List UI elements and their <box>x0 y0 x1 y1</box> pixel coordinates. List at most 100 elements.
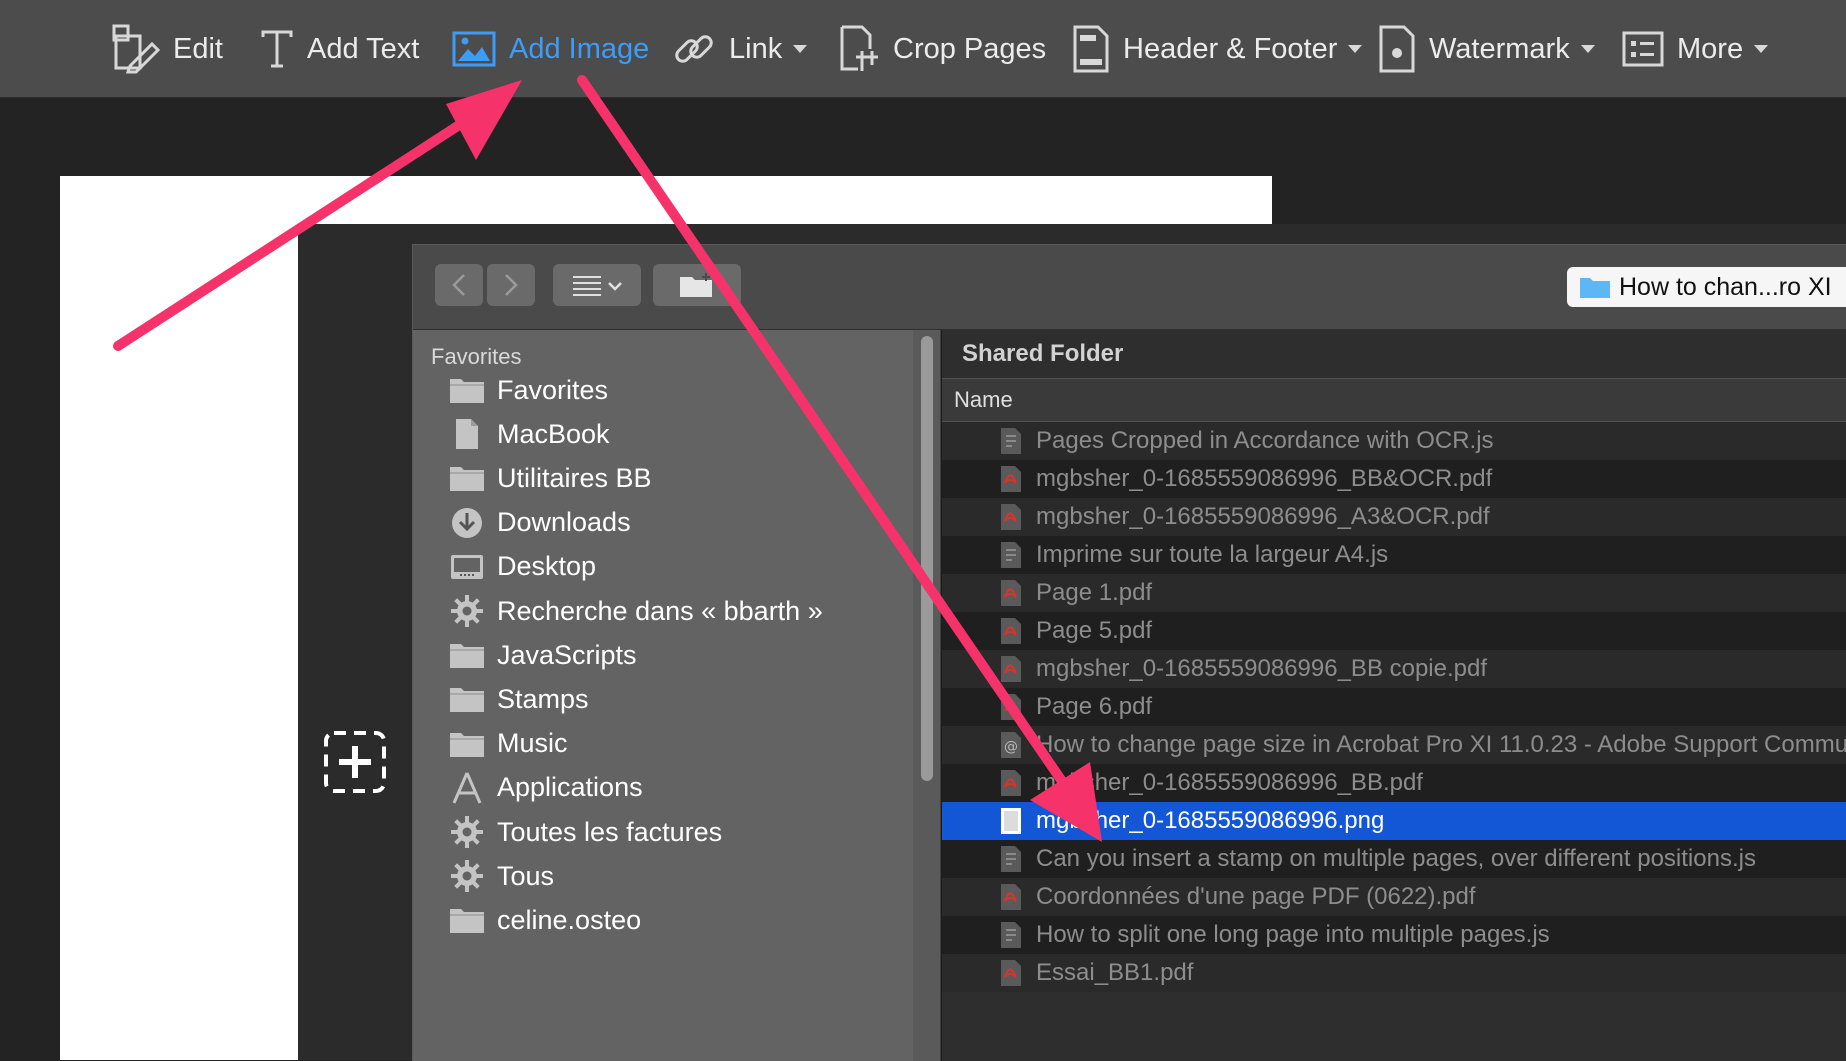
desktop-icon <box>449 549 485 585</box>
back-button[interactable] <box>435 264 483 306</box>
file-row[interactable]: Can you insert a stamp on multiple pages… <box>942 840 1846 878</box>
document-icon <box>449 416 485 452</box>
pdf-file-icon <box>1000 579 1022 607</box>
more-label: More <box>1677 32 1744 65</box>
dialog-sidebar: Favorites Favorites MacBook Utilitaires BB… <box>413 330 940 1061</box>
open-file-dialog: How to chan...ro XI Favorites Favorites M… <box>412 244 1846 1061</box>
sidebar-item-macbook[interactable]: MacBook <box>449 412 610 456</box>
sidebar-item-utilitaires-bb[interactable]: Utilitaires BB <box>449 456 652 500</box>
applications-icon <box>449 770 485 806</box>
header-footer-icon <box>1073 25 1109 73</box>
file-row[interactable]: Pages Cropped in Accordance with OCR.js <box>942 422 1846 460</box>
folder-icon <box>449 372 485 408</box>
file-row[interactable]: Essai_BB1.pdf <box>942 954 1846 992</box>
sidebar-item-label: Toutes les factures <box>497 816 723 847</box>
watermark-label: Watermark <box>1429 32 1570 65</box>
link-button[interactable]: Link <box>672 22 808 76</box>
scrollbar-thumb[interactable] <box>921 336 933 781</box>
sidebar-item-celine-osteo[interactable]: celine.osteo <box>449 898 641 942</box>
pdf-file-icon <box>1000 769 1022 797</box>
file-row[interactable]: Page 1.pdf <box>942 574 1846 612</box>
text-icon <box>261 30 293 68</box>
location-label: How to chan...ro XI <box>1619 272 1832 301</box>
sidebar-item-label: MacBook <box>497 418 610 449</box>
sidebar-item-recherche-dans-bbarth[interactable]: Recherche dans « bbarth » <box>449 589 823 633</box>
sidebar-item-label: Utilitaires BB <box>497 462 652 493</box>
chevron-down-icon <box>1754 45 1769 53</box>
watermark-icon <box>1379 25 1415 73</box>
chevron-right-icon <box>505 274 518 296</box>
plus-icon <box>324 731 386 793</box>
webloc-file-icon: @ <box>1000 731 1022 759</box>
gear-icon <box>449 858 485 894</box>
file-name: mgbsher_0-1685559086996_BB&OCR.pdf <box>1036 465 1493 492</box>
sidebar-item-javascripts[interactable]: JavaScripts <box>449 633 637 677</box>
sidebar-item-label: Desktop <box>497 551 597 582</box>
gear-icon <box>449 814 485 850</box>
add-image-button[interactable]: Add Image <box>452 22 649 76</box>
location-popup[interactable]: How to chan...ro XI <box>1567 267 1846 307</box>
add-image-placeholder[interactable] <box>322 729 388 800</box>
svg-text:@: @ <box>1004 739 1018 755</box>
file-row[interactable]: Page 5.pdf <box>942 612 1846 650</box>
folder-icon <box>449 637 485 673</box>
file-name: How to split one long page into multiple… <box>1036 921 1550 948</box>
pdf-file-icon <box>1000 693 1022 721</box>
file-row[interactable]: mgbsher_0-1685559086996_BB copie.pdf <box>942 650 1846 688</box>
folder-icon <box>449 460 485 496</box>
edit-button[interactable]: Edit <box>112 22 223 76</box>
view-options-button[interactable] <box>553 264 641 306</box>
watermark-button[interactable]: Watermark <box>1378 22 1595 76</box>
file-name: How to change page size in Acrobat Pro X… <box>1036 731 1846 758</box>
file-row[interactable]: Page 6.pdf <box>942 688 1846 726</box>
list-view-icon <box>573 276 622 296</box>
file-name: Page 1.pdf <box>1036 579 1153 606</box>
header-footer-button[interactable]: Header & Footer <box>1072 22 1363 76</box>
file-row[interactable]: mgbsher_0-1685559086996_BB.pdf <box>942 764 1846 802</box>
pdf-file-icon <box>1000 883 1022 911</box>
sidebar-item-label: Music <box>497 728 568 759</box>
new-folder-button[interactable] <box>653 264 741 306</box>
sidebar-item-downloads[interactable]: Downloads <box>449 501 631 545</box>
file-row[interactable]: Coordonnées d'une page PDF (0622).pdf <box>942 878 1846 916</box>
sidebar-item-favorites[interactable]: Favorites <box>449 368 608 412</box>
add-text-button[interactable]: Add Text <box>260 22 419 76</box>
sidebar-item-music[interactable]: Music <box>449 722 568 766</box>
column-header-name[interactable]: Name <box>942 378 1846 422</box>
sidebar-item-toutes-les-factures[interactable]: Toutes les factures <box>449 810 722 854</box>
file-browser: Shared Folder Name Pages Cropped in Acco… <box>941 330 1846 1061</box>
file-name: mgbsher_0-1685559086996_BB copie.pdf <box>1036 655 1488 682</box>
sidebar-scrollbar[interactable] <box>913 330 940 1061</box>
file-list: Pages Cropped in Accordance with OCR.js m… <box>942 422 1846 992</box>
file-name: Coordonnées d'une page PDF (0622).pdf <box>1036 883 1476 910</box>
edit-label: Edit <box>173 32 223 65</box>
sidebar-item-stamps[interactable]: Stamps <box>449 677 589 721</box>
crop-pages-button[interactable]: Crop Pages <box>838 22 1046 76</box>
crop-pages-label: Crop Pages <box>893 32 1047 65</box>
file-row-selected[interactable]: mgbsher_0-1685559086996.png <box>942 802 1846 840</box>
pdf-file-icon <box>1000 503 1022 531</box>
png-file-icon <box>1000 807 1022 835</box>
sidebar-item-tous[interactable]: Tous <box>449 854 554 898</box>
file-name: mgbsher_0-1685559086996_BB.pdf <box>1036 769 1423 796</box>
sidebar-item-label: Applications <box>497 772 643 803</box>
file-row[interactable]: @ How to change page size in Acrobat Pro … <box>942 726 1846 764</box>
add-text-label: Add Text <box>307 32 420 65</box>
sidebar-item-applications[interactable]: Applications <box>449 766 643 810</box>
js-file-icon <box>1000 921 1022 949</box>
chevron-down-icon <box>1348 45 1363 53</box>
more-button[interactable]: More <box>1622 22 1769 76</box>
file-row[interactable]: mgbsher_0-1685559086996_A3&OCR.pdf <box>942 498 1846 536</box>
file-row[interactable]: Imprime sur toute la largeur A4.js <box>942 536 1846 574</box>
pdf-file-icon <box>1000 617 1022 645</box>
download-icon <box>449 505 485 541</box>
sidebar-item-desktop[interactable]: Desktop <box>449 545 596 589</box>
forward-button[interactable] <box>487 264 535 306</box>
file-row[interactable]: mgbsher_0-1685559086996_BB&OCR.pdf <box>942 460 1846 498</box>
pdf-file-icon <box>1000 959 1022 987</box>
file-row[interactable]: How to split one long page into multiple… <box>942 916 1846 954</box>
file-name: mgbsher_0-1685559086996.png <box>1036 807 1385 834</box>
folder-icon <box>449 902 485 938</box>
column-header-label: Name <box>954 387 1013 412</box>
sidebar-heading: Favorites <box>431 344 522 369</box>
